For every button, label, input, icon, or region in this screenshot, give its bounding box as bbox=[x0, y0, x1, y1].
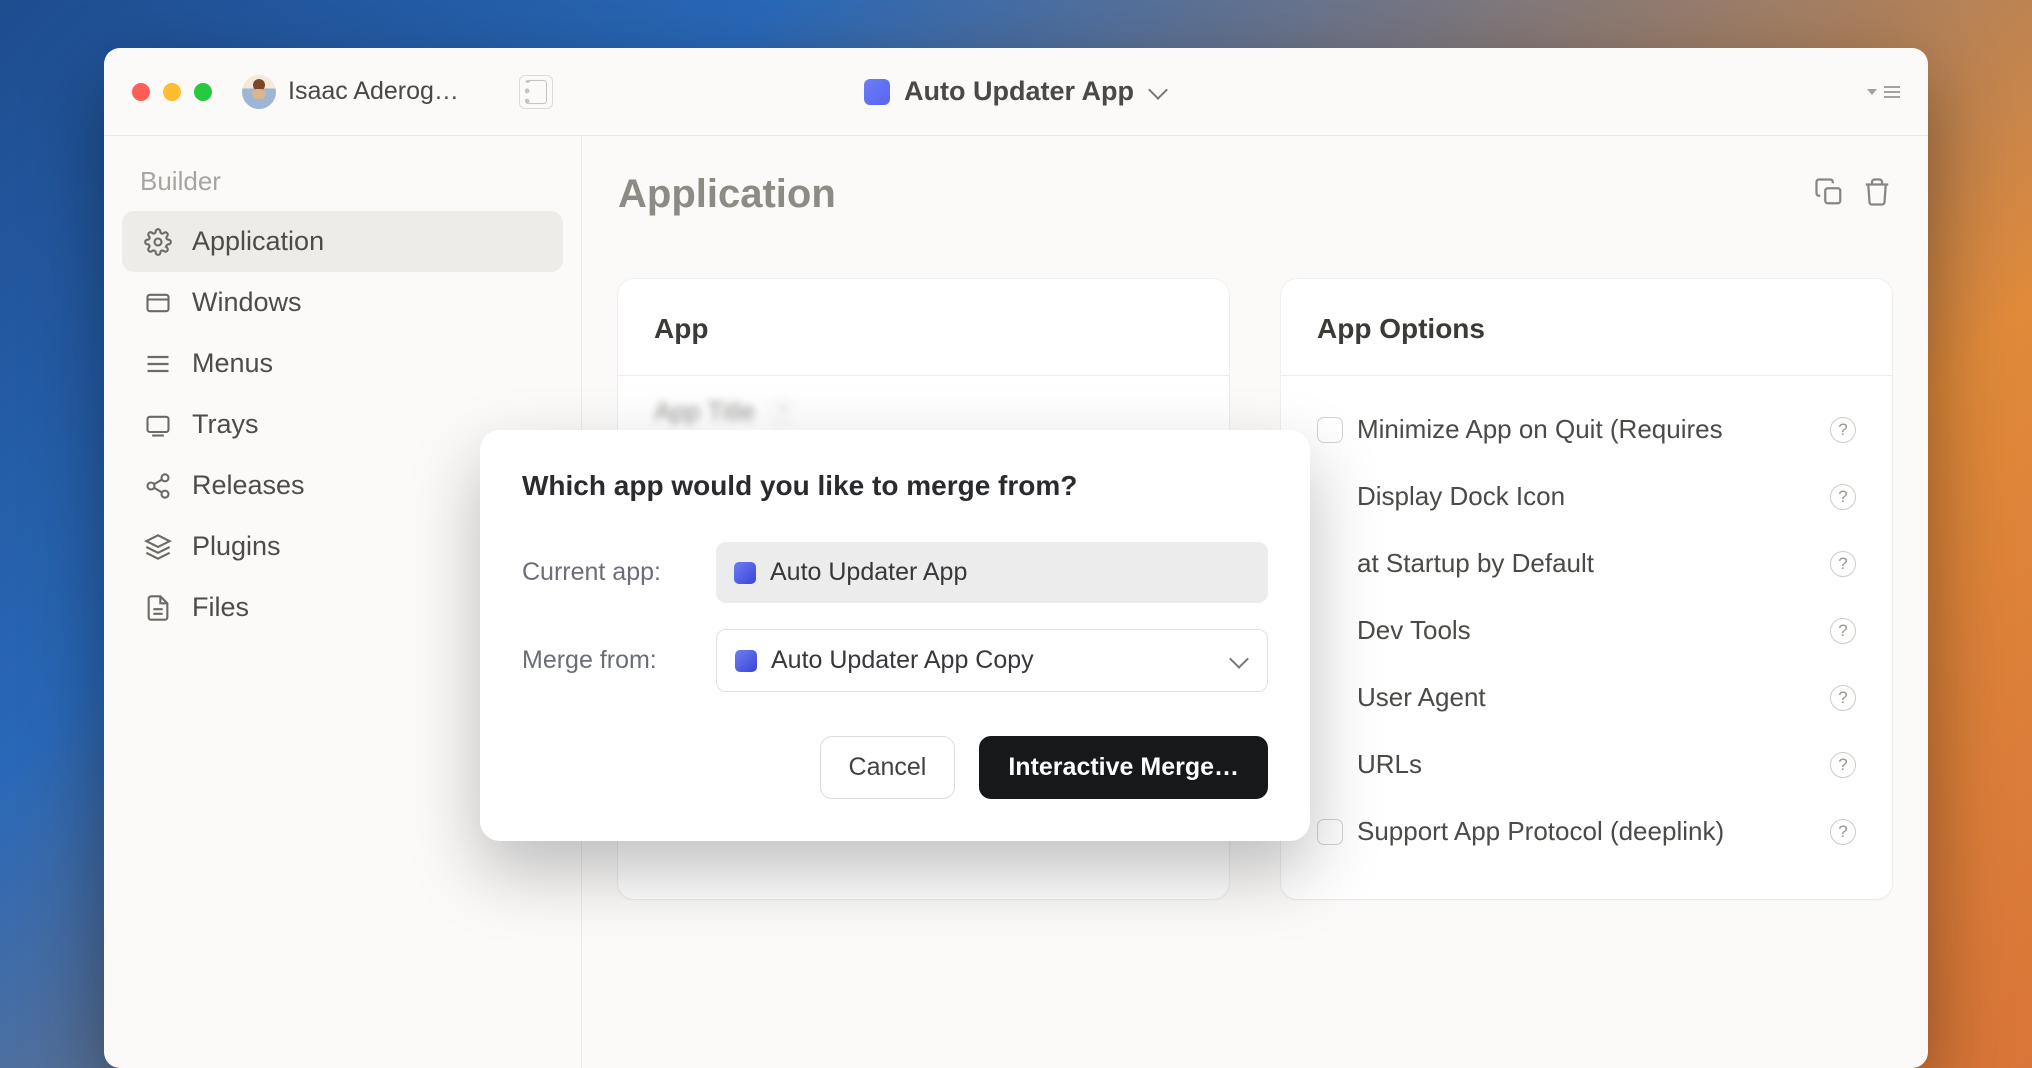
field-label: App Title bbox=[654, 396, 755, 427]
sidebar-item-label: Menus bbox=[192, 348, 273, 379]
option-startup-default[interactable]: at Startup by Default ? bbox=[1317, 530, 1856, 597]
help-icon[interactable]: ? bbox=[1830, 551, 1856, 577]
main-actions bbox=[1814, 177, 1892, 212]
interactive-merge-button[interactable]: Interactive Merge… bbox=[979, 736, 1268, 799]
share-icon bbox=[144, 472, 172, 500]
field-label: Merge from: bbox=[522, 646, 700, 675]
username-label: Isaac Aderog… bbox=[288, 77, 459, 106]
copy-icon bbox=[1814, 177, 1844, 207]
app-title-row: App Title ? bbox=[654, 396, 1193, 427]
help-icon[interactable]: ? bbox=[1830, 417, 1856, 443]
toggle-sidebar-button[interactable] bbox=[519, 75, 553, 109]
sidebar-icon bbox=[525, 80, 547, 104]
layers-icon bbox=[144, 533, 172, 561]
view-options-button[interactable] bbox=[1867, 86, 1900, 98]
minimize-window-button[interactable] bbox=[163, 83, 181, 101]
option-label: User Agent bbox=[1357, 682, 1816, 713]
sidebar-item-label: Files bbox=[192, 592, 249, 623]
chevron-down-icon bbox=[1148, 82, 1168, 102]
main-header: Application bbox=[618, 172, 1892, 217]
file-icon bbox=[144, 594, 172, 622]
option-label: URLs bbox=[1357, 749, 1816, 780]
option-dev-tools[interactable]: Dev Tools ? bbox=[1317, 597, 1856, 664]
sidebar-item-application[interactable]: Application bbox=[122, 211, 563, 272]
sidebar-item-label: Trays bbox=[192, 409, 259, 440]
close-window-button[interactable] bbox=[132, 83, 150, 101]
sidebar-item-windows[interactable]: Windows bbox=[122, 272, 563, 333]
list-icon bbox=[1884, 86, 1900, 98]
app-icon bbox=[735, 650, 757, 672]
help-icon[interactable]: ? bbox=[1830, 685, 1856, 711]
merge-modal: Which app would you like to merge from? … bbox=[480, 430, 1310, 841]
option-label: Dev Tools bbox=[1357, 615, 1816, 646]
sidebar-item-menus[interactable]: Menus bbox=[122, 333, 563, 394]
checkbox[interactable] bbox=[1317, 417, 1343, 443]
option-display-dock-icon[interactable]: Display Dock Icon ? bbox=[1317, 463, 1856, 530]
sidebar-heading: Builder bbox=[140, 166, 563, 197]
menu-icon bbox=[144, 350, 172, 378]
merge-from-value: Auto Updater App Copy bbox=[771, 646, 1034, 675]
help-icon[interactable]: ? bbox=[1830, 819, 1856, 845]
option-label: Minimize App on Quit (Requires bbox=[1357, 414, 1816, 445]
divider bbox=[1281, 375, 1892, 376]
cancel-button[interactable]: Cancel bbox=[820, 736, 956, 799]
option-app-protocol[interactable]: Support App Protocol (deeplink) ? bbox=[1317, 798, 1856, 865]
card-app-options: App Options Minimize App on Quit (Requir… bbox=[1281, 279, 1892, 899]
help-icon[interactable]: ? bbox=[769, 399, 795, 425]
page-title: Application bbox=[618, 172, 836, 217]
modal-actions: Cancel Interactive Merge… bbox=[522, 736, 1268, 799]
current-app-name: Auto Updater App bbox=[770, 558, 967, 587]
app-icon bbox=[734, 562, 756, 584]
option-minimize-on-quit[interactable]: Minimize App on Quit (Requires ? bbox=[1317, 396, 1856, 463]
maximize-window-button[interactable] bbox=[194, 83, 212, 101]
app-switcher[interactable]: Auto Updater App bbox=[864, 76, 1168, 107]
sidebar-item-label: Windows bbox=[192, 287, 302, 318]
merge-from-select[interactable]: Auto Updater App Copy bbox=[716, 629, 1268, 692]
modal-title: Which app would you like to merge from? bbox=[522, 470, 1268, 502]
option-label: at Startup by Default bbox=[1357, 548, 1816, 579]
window-controls bbox=[132, 83, 212, 101]
sidebar-item-label: Plugins bbox=[192, 531, 281, 562]
field-label: Current app: bbox=[522, 558, 700, 587]
option-urls[interactable]: URLs ? bbox=[1317, 731, 1856, 798]
window-icon bbox=[144, 289, 172, 317]
option-user-agent[interactable]: User Agent ? bbox=[1317, 664, 1856, 731]
current-app-row: Current app: Auto Updater App bbox=[522, 542, 1268, 603]
option-label: Support App Protocol (deeplink) bbox=[1357, 816, 1816, 847]
option-label: Display Dock Icon bbox=[1357, 481, 1816, 512]
current-app-value: Auto Updater App bbox=[716, 542, 1268, 603]
card-title: App Options bbox=[1317, 313, 1856, 345]
trash-icon bbox=[1862, 177, 1892, 207]
card-title: App bbox=[654, 313, 1193, 345]
divider bbox=[618, 375, 1229, 376]
app-icon bbox=[864, 79, 890, 105]
header-app-name: Auto Updater App bbox=[904, 76, 1134, 107]
help-icon[interactable]: ? bbox=[1830, 618, 1856, 644]
chevron-down-icon bbox=[1229, 651, 1249, 671]
triangle-down-icon bbox=[1867, 89, 1877, 95]
gear-icon bbox=[144, 228, 172, 256]
titlebar: Isaac Aderog… Auto Updater App bbox=[104, 48, 1928, 136]
copy-button[interactable] bbox=[1814, 177, 1844, 212]
help-icon[interactable]: ? bbox=[1830, 484, 1856, 510]
checkbox[interactable] bbox=[1317, 819, 1343, 845]
tray-icon bbox=[144, 411, 172, 439]
sidebar-item-label: Application bbox=[192, 226, 324, 257]
delete-button[interactable] bbox=[1862, 177, 1892, 212]
avatar[interactable] bbox=[242, 75, 276, 109]
sidebar-item-label: Releases bbox=[192, 470, 305, 501]
merge-from-row: Merge from: Auto Updater App Copy bbox=[522, 629, 1268, 692]
help-icon[interactable]: ? bbox=[1830, 752, 1856, 778]
